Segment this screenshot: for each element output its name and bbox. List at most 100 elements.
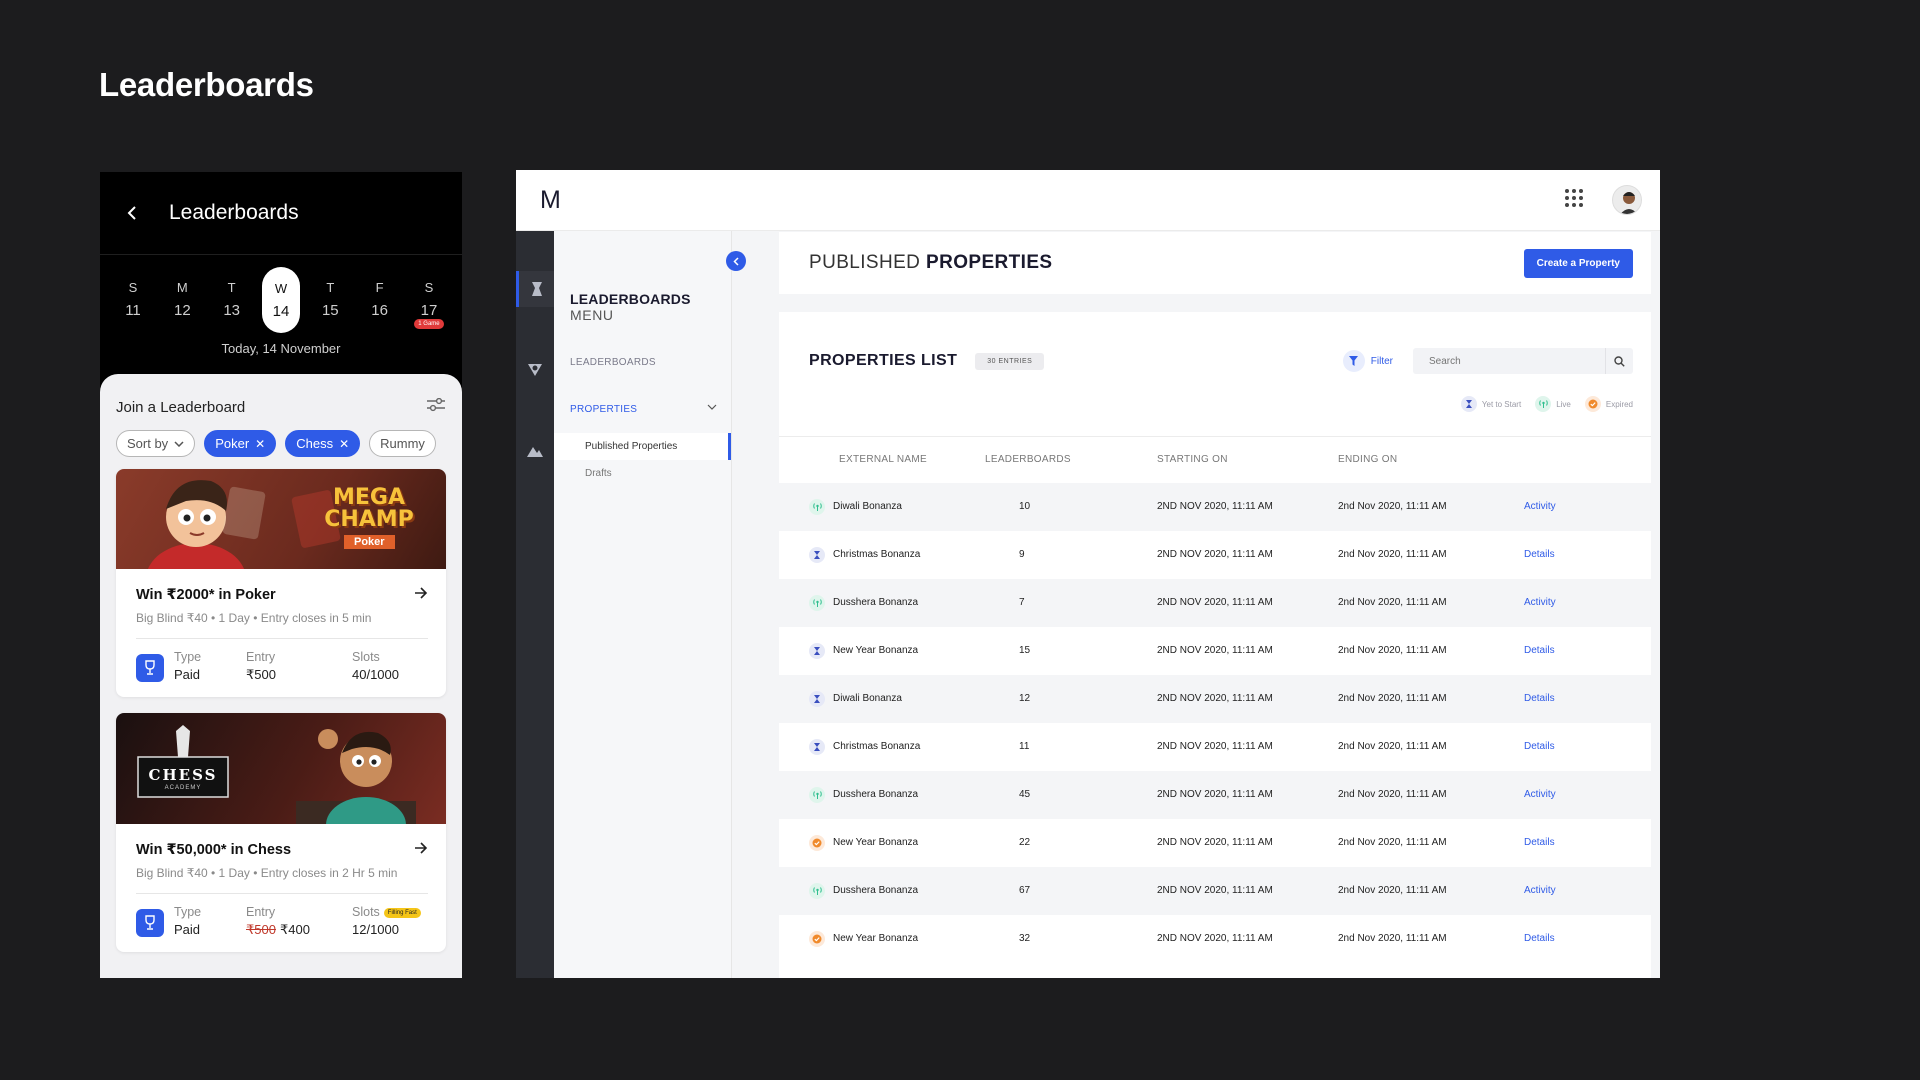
back-arrow-icon[interactable]: [122, 203, 142, 223]
column-header-end[interactable]: ENDING ON: [1338, 436, 1524, 483]
create-property-button[interactable]: Create a Property: [1523, 248, 1633, 278]
heading-bold: PROPERTIES: [926, 252, 1053, 273]
banner-tag: ACADEMY: [164, 785, 202, 791]
table-row[interactable]: New Year Bonanza 22 2ND NOV 2020, 11:11 AM…: [779, 819, 1651, 867]
entry-label: Entry: [246, 905, 276, 919]
cell-name: New Year Bonanza: [779, 915, 981, 963]
table-row[interactable]: Dusshera Bonanza 67 2ND NOV 2020, 11:11 AM…: [779, 866, 1651, 915]
rail-mountain-icon[interactable]: [516, 433, 554, 469]
subnav-item-properties[interactable]: PROPERTIES: [570, 404, 717, 415]
column-header-name[interactable]: EXTERNAL NAME: [779, 436, 981, 483]
chip-chess[interactable]: Chess ✕: [285, 430, 361, 457]
legend-yet-to-start: Yet to Start: [1460, 396, 1521, 412]
table-row[interactable]: Christmas Bonanza 9 2ND NOV 2020, 11:11 AM…: [779, 531, 1651, 579]
property-name: New Year Bonanza: [833, 933, 919, 944]
cell-name: Diwali Bonanza: [779, 675, 981, 723]
properties-list-card: PROPERTIES LIST 30 ENTRIES Filter Yet to…: [779, 312, 1651, 978]
chess-banner-image: CHESS ACADEMY: [116, 713, 446, 824]
cell-leaderboards: 12: [1019, 693, 1031, 704]
row-action-link[interactable]: Details: [1524, 531, 1651, 579]
table-row[interactable]: Dusshera Bonanza 7 2ND NOV 2020, 11:11 AM 2…: [779, 578, 1651, 627]
subnav-item-published-properties[interactable]: Published Properties: [554, 433, 731, 460]
leaderboard-card[interactable]: MEGA CHAMP Poker Win ₹2000* in Poker Big…: [116, 469, 446, 697]
broadcast-icon: [809, 882, 825, 899]
row-action-link[interactable]: Activity: [1524, 579, 1651, 627]
entry-value: ₹500: [246, 667, 276, 682]
chip-label: Poker: [215, 436, 250, 451]
calendar-day-selected[interactable]: W 14: [261, 267, 300, 333]
hourglass-icon: [809, 738, 825, 755]
slots-label: Slots: [352, 905, 380, 919]
chip-rummy[interactable]: Rummy: [369, 430, 436, 457]
row-action-link[interactable]: Details: [1524, 675, 1651, 723]
arrow-right-icon[interactable]: [414, 587, 428, 603]
row-action-link[interactable]: Details: [1524, 819, 1651, 867]
broadcast-icon: [1535, 396, 1552, 412]
filter-button[interactable]: Filter: [1342, 350, 1393, 372]
card-subtitle: Big Blind ₹40 • 1 Day • Entry closes in …: [136, 611, 428, 639]
leaderboard-card[interactable]: CHESS ACADEMY Win ₹50,000* in Chess Big …: [116, 713, 446, 952]
table-row[interactable]: Diwali Bonanza 10 2ND NOV 2020, 11:11 AM 2n…: [779, 482, 1651, 531]
slots-value: 40/1000: [352, 667, 399, 682]
close-icon[interactable]: ✕: [255, 437, 265, 451]
apps-grid-icon[interactable]: [1564, 188, 1584, 213]
day-letter: F: [375, 279, 384, 295]
close-icon[interactable]: ✕: [339, 437, 349, 451]
day-number: 13: [223, 301, 240, 319]
rail-badge-icon[interactable]: [516, 351, 554, 387]
subnav-item-label: PROPERTIES: [570, 404, 638, 415]
property-name: Dusshera Bonanza: [833, 789, 919, 800]
table-row[interactable]: Dusshera Bonanza 45 2ND NOV 2020, 11:11 AM…: [779, 770, 1651, 819]
entry-value: ₹400: [279, 922, 310, 937]
row-action-link[interactable]: Activity: [1524, 483, 1651, 531]
mobile-title: Leaderboards: [169, 201, 299, 224]
day-number: 17: [420, 301, 438, 319]
search-icon[interactable]: [1605, 348, 1633, 374]
sort-by-dropdown[interactable]: Sort by: [116, 430, 196, 457]
user-avatar[interactable]: [1612, 185, 1642, 215]
calendar-day[interactable]: F 16: [361, 267, 399, 331]
row-action-link[interactable]: Activity: [1524, 771, 1651, 819]
type-value: Paid: [174, 922, 201, 937]
cell-leaderboards: 32: [1019, 933, 1031, 944]
rail-leaderboards-icon[interactable]: [516, 271, 554, 307]
cell-leaderboards: 7: [1019, 597, 1025, 608]
subnav-item-leaderboards[interactable]: LEADERBOARDS: [570, 357, 731, 368]
search-input[interactable]: [1413, 355, 1593, 367]
subnav-subtitle: MENU: [570, 307, 614, 323]
table-row[interactable]: New Year Bonanza 15 2ND NOV 2020, 11:11 AM…: [779, 627, 1651, 675]
calendar-day[interactable]: T 13: [213, 267, 251, 331]
chevron-down-icon: [707, 404, 717, 410]
chip-poker[interactable]: Poker ✕: [204, 430, 277, 457]
day-number: 11: [125, 301, 141, 319]
cell-end: 2nd Nov 2020, 11:11 AM: [1338, 885, 1447, 896]
arrow-right-icon[interactable]: [414, 842, 428, 858]
subnav-item-drafts[interactable]: Drafts: [554, 460, 731, 487]
legend-expired: Expired: [1584, 396, 1633, 412]
cell-end: 2nd Nov 2020, 11:11 AM: [1338, 789, 1447, 800]
table-body: Diwali Bonanza 10 2ND NOV 2020, 11:11 AM 2n…: [779, 482, 1651, 963]
table-row[interactable]: Christmas Bonanza 11 2ND NOV 2020, 11:11 A…: [779, 723, 1651, 771]
cell-leaderboards: 45: [1019, 789, 1031, 800]
collapse-sidebar-button[interactable]: [726, 251, 746, 271]
calendar-day[interactable]: S 17 1 Game: [410, 267, 448, 331]
calendar-day[interactable]: S 11: [114, 267, 152, 331]
calendar-day[interactable]: M 12: [163, 267, 201, 331]
table-row[interactable]: Diwali Bonanza 12 2ND NOV 2020, 11:11 AM 2n…: [779, 674, 1651, 723]
chip-label: Chess: [296, 436, 334, 451]
search-box: [1413, 348, 1633, 374]
brand-logo[interactable]: M: [540, 186, 561, 215]
column-header-start[interactable]: STARTING ON: [1157, 436, 1338, 483]
row-action-link[interactable]: Activity: [1524, 867, 1651, 915]
table-row[interactable]: New Year Bonanza 32 2ND NOV 2020, 11:11 AM…: [779, 915, 1651, 963]
row-action-link[interactable]: Details: [1524, 723, 1651, 771]
column-header-leaderboards[interactable]: LEADERBOARDS: [981, 436, 1157, 483]
filter-sliders-icon[interactable]: [426, 397, 446, 416]
row-action-link[interactable]: Details: [1524, 627, 1651, 675]
calendar-day[interactable]: T 15: [311, 267, 349, 331]
subnav-title: LEADERBOARDS: [570, 291, 691, 307]
cell-name: Diwali Bonanza: [779, 483, 981, 531]
filter-label: Filter: [1370, 355, 1393, 367]
row-action-link[interactable]: Details: [1524, 915, 1651, 963]
broadcast-icon: [809, 786, 825, 803]
